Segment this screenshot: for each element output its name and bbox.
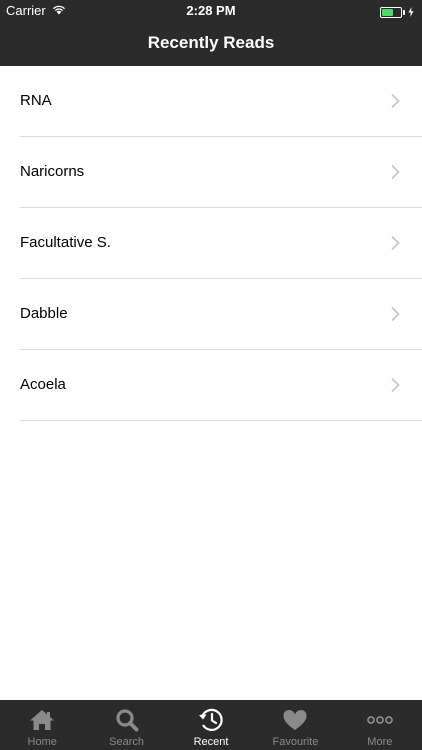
list-item-label: Dabble (20, 305, 68, 322)
chevron-right-icon (391, 377, 400, 393)
list-item-label: Facultative S. (20, 234, 111, 251)
list-item[interactable]: Facultative S. (20, 208, 422, 279)
more-dots-icon (366, 716, 393, 724)
tab-recent[interactable]: Recent (169, 700, 253, 750)
tab-label: More (367, 736, 393, 748)
list-item-label: RNA (20, 92, 52, 109)
list-item[interactable]: Dabble (20, 279, 422, 350)
tab-more[interactable]: More (338, 700, 422, 750)
search-icon (116, 709, 139, 732)
tab-bar: Home Search Recent Favourite More (0, 700, 422, 750)
status-time: 2:28 PM (186, 3, 236, 18)
tab-label: Home (27, 736, 57, 748)
top-bar: Carrier 2:28 PM Recently Reads (0, 0, 422, 66)
recent-reads-list: RNA Naricorns Facultative S. Dabble Acoe… (0, 66, 422, 421)
tab-label: Search (109, 736, 145, 748)
tab-favourite[interactable]: Favourite (253, 700, 337, 750)
app-screen: Carrier 2:28 PM Recently Reads RNA Naric… (0, 0, 422, 750)
tab-search[interactable]: Search (84, 700, 168, 750)
battery-icon (380, 5, 414, 20)
tab-label: Recent (193, 736, 229, 748)
history-clock-icon (199, 708, 223, 731)
chevron-right-icon (391, 235, 400, 251)
tab-label: Favourite (272, 736, 319, 748)
list-item[interactable]: Acoela (20, 350, 422, 421)
list-item-label: Naricorns (20, 163, 85, 180)
heart-icon (283, 710, 307, 730)
charging-bolt-icon (408, 5, 414, 20)
chevron-right-icon (391, 306, 400, 322)
tab-home[interactable]: Home (0, 700, 84, 750)
list-item-label: Acoela (20, 376, 66, 393)
chevron-right-icon (391, 93, 400, 109)
page-title: Recently Reads (147, 33, 275, 52)
list-item[interactable]: RNA (20, 66, 422, 137)
home-icon (30, 710, 55, 730)
list-item[interactable]: Naricorns (20, 137, 422, 208)
status-bar: Carrier 2:28 PM (0, 0, 422, 22)
chevron-right-icon (391, 164, 400, 180)
